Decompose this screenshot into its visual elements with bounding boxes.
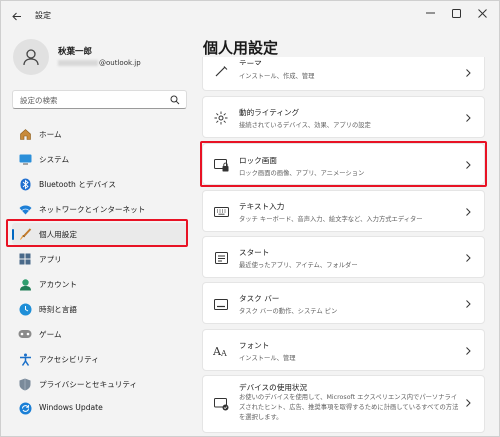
user-name: 秋葉一郎 — [58, 47, 93, 57]
sidebar-item-label: プライバシーとセキュリティ — [39, 380, 138, 389]
sidebar-item-label: アカウント — [39, 280, 77, 289]
card-title: スタート — [239, 248, 270, 257]
selection-indicator — [12, 229, 14, 240]
card-title: フォント — [239, 341, 270, 350]
sidebar-item-home[interactable]: ホーム — [12, 123, 187, 145]
card-device-usage[interactable]: デバイスの使用状況 お使いのデバイスを使用して、Microsoft エクスペリエ… — [202, 375, 485, 433]
user-email: @outlook.jp — [58, 59, 141, 67]
lock-screen-icon — [213, 157, 229, 173]
chevron-right-icon — [466, 347, 471, 355]
chevron-right-icon — [466, 300, 471, 308]
sidebar-item-privacy[interactable]: プライバシーとセキュリティ — [12, 373, 187, 395]
sidebar-item-windows-update[interactable]: Windows Update — [12, 397, 187, 419]
user-icon — [23, 49, 39, 66]
sidebar-item-label: システム — [39, 155, 70, 164]
sidebar-item-label: ネットワークとインターネット — [39, 205, 146, 214]
card-taskbar[interactable]: タスク バー タスク バーの動作、システム ピン — [202, 282, 485, 324]
card-subtitle: タスク バーの動作、システム ピン — [239, 308, 338, 315]
card-theme[interactable]: テーマ インストール、作成、管理 — [202, 57, 485, 91]
card-lock-screen[interactable]: ロック画面 ロック画面の画像、アプリ、アニメーション — [202, 143, 485, 185]
system-icon — [18, 152, 32, 166]
back-button[interactable] — [9, 8, 25, 24]
search-placeholder: 設定の検索 — [20, 96, 58, 105]
update-icon — [18, 401, 32, 415]
lighting-icon — [213, 110, 229, 126]
sidebar-item-label: ホーム — [39, 130, 62, 139]
shield-icon — [18, 377, 32, 391]
chevron-right-icon — [466, 69, 471, 77]
card-subtitle: お使いのデバイスを使用して、Microsoft エクスペリエンス内でパーソナライ… — [239, 394, 459, 421]
sidebar-item-label: 個人用設定 — [39, 230, 77, 239]
title-bar: 設定 — [1, 1, 499, 31]
apps-icon — [18, 252, 32, 266]
chevron-right-icon — [466, 114, 471, 122]
wifi-icon — [18, 202, 32, 216]
svg-text:A: A — [220, 349, 227, 357]
window-title: 設定 — [35, 11, 51, 20]
sidebar-item-accounts[interactable]: アカウント — [12, 273, 187, 295]
card-subtitle: ロック画面の画像、アプリ、アニメーション — [239, 170, 365, 177]
sidebar-item-label: アプリ — [39, 255, 62, 264]
card-dynamic-lighting[interactable]: 動的ライティング 接続されているデバイス、効果、アプリの設定 — [202, 96, 485, 138]
avatar[interactable] — [13, 39, 49, 75]
card-title: テーマ — [239, 59, 262, 65]
start-icon — [213, 250, 229, 266]
brush-icon — [18, 227, 32, 241]
chevron-right-icon — [466, 254, 471, 262]
minimize-icon — [425, 12, 435, 14]
email-redaction — [58, 60, 98, 66]
game-icon — [18, 327, 32, 341]
sidebar-item-label: ゲーム — [39, 330, 62, 339]
card-subtitle: インストール、作成、管理 — [239, 73, 315, 80]
sidebar-item-label: Windows Update — [39, 403, 103, 412]
maximize-icon — [451, 8, 461, 18]
card-subtitle: インストール、管理 — [239, 355, 296, 362]
font-icon: AA — [213, 343, 229, 359]
card-title: テキスト入力 — [239, 202, 285, 211]
close-button[interactable] — [472, 6, 492, 20]
close-icon — [477, 8, 487, 18]
back-arrow-icon — [12, 12, 21, 20]
sidebar-item-label: Bluetooth とデバイス — [39, 180, 117, 189]
minimize-button[interactable] — [420, 6, 440, 20]
card-subtitle: 接続されているデバイス、効果、アプリの設定 — [239, 122, 371, 129]
account-icon — [18, 277, 32, 291]
settings-window: 設定 秋葉一郎 @outlook.jp 設定の検索 ホーム システム Bluet… — [0, 0, 500, 437]
sidebar-item-system[interactable]: システム — [12, 148, 187, 170]
theme-icon — [213, 63, 229, 79]
keyboard-icon — [213, 204, 229, 220]
card-start[interactable]: スタート 最近使ったアプリ、アイテム、フォルダー — [202, 236, 485, 278]
maximize-button[interactable] — [446, 6, 466, 20]
card-subtitle: 最近使ったアプリ、アイテム、フォルダー — [239, 262, 358, 269]
search-icon — [170, 95, 180, 105]
card-title: ロック画面 — [239, 156, 277, 165]
sidebar-item-accessibility[interactable]: アクセシビリティ — [12, 348, 187, 370]
taskbar-icon — [213, 296, 229, 312]
sidebar-item-time-language[interactable]: 時刻と言語 — [12, 298, 187, 320]
bluetooth-icon — [18, 177, 32, 191]
chevron-right-icon — [466, 161, 471, 169]
sidebar-item-apps[interactable]: アプリ — [12, 248, 187, 270]
card-title: タスク バー — [239, 294, 280, 303]
email-suffix: @outlook.jp — [99, 59, 141, 67]
sidebar-item-personalization[interactable]: 個人用設定 — [12, 223, 187, 245]
chevron-right-icon — [466, 399, 471, 407]
card-title: デバイスの使用状況 — [239, 383, 308, 392]
card-title: 動的ライティング — [239, 108, 300, 117]
home-icon — [18, 127, 32, 141]
chevron-right-icon — [466, 208, 471, 216]
card-subtitle: タッチ キーボード、音声入力、絵文字など、入力方式エディター — [239, 216, 423, 223]
sidebar-item-network[interactable]: ネットワークとインターネット — [12, 198, 187, 220]
sidebar-item-bluetooth[interactable]: Bluetooth とデバイス — [12, 173, 187, 195]
search-input[interactable]: 設定の検索 — [12, 90, 187, 109]
sidebar-item-gaming[interactable]: ゲーム — [12, 323, 187, 345]
card-text-input[interactable]: テキスト入力 タッチ キーボード、音声入力、絵文字など、入力方式エディター — [202, 190, 485, 232]
device-usage-icon — [213, 396, 229, 412]
sidebar-item-label: アクセシビリティ — [39, 355, 99, 364]
accessibility-icon — [18, 352, 32, 366]
time-language-icon — [18, 302, 32, 316]
page-title: 個人用設定 — [203, 39, 279, 57]
sidebar-item-label: 時刻と言語 — [39, 305, 77, 314]
card-fonts[interactable]: AA フォント インストール、管理 — [202, 329, 485, 371]
